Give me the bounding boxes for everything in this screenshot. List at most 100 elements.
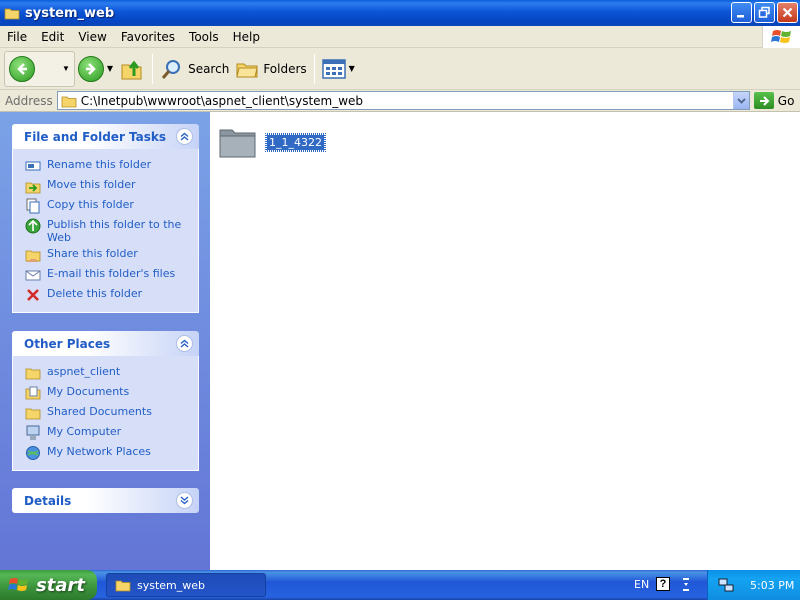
menu-view[interactable]: View bbox=[71, 30, 113, 44]
task-share-folder[interactable]: Share this folder bbox=[25, 244, 198, 264]
start-button[interactable]: start bbox=[0, 570, 97, 600]
task-label: My Documents bbox=[47, 385, 130, 398]
taskbar-window-button[interactable]: system_web bbox=[106, 573, 266, 597]
go-label: Go bbox=[777, 93, 795, 108]
menu-bar: File Edit View Favorites Tools Help bbox=[0, 26, 800, 48]
folder-item[interactable]: 1_1_4322 bbox=[218, 122, 326, 162]
address-label: Address bbox=[5, 93, 53, 108]
task-label: Shared Documents bbox=[47, 405, 152, 418]
folders-label: Folders bbox=[263, 61, 307, 76]
folder-content-area[interactable]: 1_1_4322 bbox=[210, 112, 800, 570]
go-button[interactable]: Go bbox=[753, 92, 795, 109]
toolbar-separator bbox=[152, 53, 154, 84]
system-tray: 5:03 PM bbox=[707, 570, 800, 600]
forward-button[interactable]: ▼ bbox=[75, 51, 116, 87]
menu-help[interactable]: Help bbox=[226, 30, 267, 44]
taskbar: start system_web EN ? 5:03 PM bbox=[0, 570, 800, 600]
task-move-folder[interactable]: Move this folder bbox=[25, 175, 198, 195]
up-folder-button[interactable] bbox=[116, 51, 148, 87]
restore-button[interactable] bbox=[754, 2, 775, 23]
help-icon[interactable]: ? bbox=[656, 577, 670, 591]
task-label: Share this folder bbox=[47, 247, 138, 260]
back-button[interactable]: ▼ bbox=[4, 50, 75, 87]
copy-icon bbox=[25, 198, 41, 214]
place-my-network-places[interactable]: My Network Places bbox=[25, 442, 198, 462]
close-button[interactable] bbox=[777, 2, 798, 23]
address-dropdown-button[interactable] bbox=[732, 92, 749, 109]
panel-title: File and Folder Tasks bbox=[24, 129, 167, 144]
place-aspnet-client[interactable]: aspnet_client bbox=[25, 362, 198, 382]
publish-icon bbox=[25, 218, 41, 234]
search-button[interactable]: Search bbox=[157, 51, 232, 87]
task-label: Delete this folder bbox=[47, 287, 143, 300]
minimize-icon bbox=[737, 15, 744, 18]
my-computer-icon bbox=[25, 425, 41, 441]
menu-file[interactable]: File bbox=[0, 30, 34, 44]
details-header[interactable]: Details bbox=[12, 488, 199, 513]
my-documents-icon bbox=[25, 385, 41, 401]
views-icon bbox=[321, 58, 346, 79]
views-button[interactable]: ▼ bbox=[319, 51, 358, 87]
task-email-files[interactable]: E-mail this folder's files bbox=[25, 264, 198, 284]
panel-title: Other Places bbox=[24, 336, 111, 351]
address-bar: Address C:\Inetpub\wwwroot\aspnet_client… bbox=[0, 90, 800, 112]
place-shared-documents[interactable]: Shared Documents bbox=[25, 402, 198, 422]
shared-documents-icon bbox=[25, 405, 41, 421]
file-folder-tasks-panel: File and Folder Tasks Rename this folder… bbox=[12, 124, 199, 313]
folder-icon bbox=[25, 365, 41, 381]
forward-dropdown-icon[interactable]: ▼ bbox=[107, 64, 113, 73]
folder-name[interactable]: 1_1_4322 bbox=[265, 132, 326, 152]
folders-icon bbox=[236, 63, 258, 77]
menu-edit[interactable]: Edit bbox=[34, 30, 71, 44]
task-copy-folder[interactable]: Copy this folder bbox=[25, 195, 198, 215]
language-bar-options-icon[interactable] bbox=[680, 575, 692, 595]
menu-favorites[interactable]: Favorites bbox=[114, 30, 182, 44]
folder-icon bbox=[61, 96, 77, 107]
windows-logo-icon bbox=[8, 578, 28, 591]
task-pane: File and Folder Tasks Rename this folder… bbox=[0, 112, 210, 570]
minimize-button[interactable] bbox=[731, 2, 752, 23]
address-path: C:\Inetpub\wwwroot\aspnet_client\system_… bbox=[80, 93, 364, 108]
place-my-documents[interactable]: My Documents bbox=[25, 382, 198, 402]
address-input[interactable]: C:\Inetpub\wwwroot\aspnet_client\system_… bbox=[56, 91, 750, 110]
search-icon bbox=[161, 59, 181, 79]
folders-button[interactable]: Folders bbox=[232, 51, 309, 87]
up-folder-icon bbox=[121, 60, 142, 79]
folder-icon bbox=[115, 580, 131, 592]
taskbar-window-label: system_web bbox=[137, 578, 206, 592]
forward-arrow-icon bbox=[77, 55, 104, 82]
other-places-header[interactable]: Other Places bbox=[12, 331, 199, 356]
place-my-computer[interactable]: My Computer bbox=[25, 422, 198, 442]
chevron-down-icon bbox=[737, 97, 746, 104]
clock[interactable]: 5:03 PM bbox=[750, 579, 794, 592]
title-bar[interactable]: system_web bbox=[0, 0, 800, 26]
task-publish-folder[interactable]: Publish this folder to the Web bbox=[25, 215, 198, 244]
views-dropdown-icon: ▼ bbox=[348, 64, 355, 73]
share-icon bbox=[25, 247, 41, 263]
network-connection-icon[interactable] bbox=[718, 577, 734, 593]
panel-title: Details bbox=[24, 493, 72, 508]
network-places-icon bbox=[25, 445, 41, 461]
task-rename-folder[interactable]: Rename this folder bbox=[25, 155, 198, 175]
file-folder-tasks-header[interactable]: File and Folder Tasks bbox=[12, 124, 199, 149]
folder-icon bbox=[4, 8, 20, 20]
back-arrow-icon bbox=[9, 55, 35, 82]
move-icon bbox=[25, 178, 41, 194]
task-label: My Computer bbox=[47, 425, 122, 438]
windows-logo-icon bbox=[762, 26, 800, 48]
language-indicator[interactable]: EN bbox=[634, 578, 649, 591]
expand-icon[interactable] bbox=[176, 492, 193, 509]
details-panel: Details bbox=[12, 488, 199, 513]
back-dropdown-icon[interactable]: ▼ bbox=[62, 64, 70, 73]
window-title: system_web bbox=[25, 5, 115, 21]
task-label: E-mail this folder's files bbox=[47, 267, 176, 280]
task-label: Copy this folder bbox=[47, 198, 134, 211]
go-arrow-icon bbox=[753, 92, 774, 109]
collapse-icon[interactable] bbox=[176, 335, 193, 352]
task-label: My Network Places bbox=[47, 445, 151, 458]
task-delete-folder[interactable]: Delete this folder bbox=[25, 284, 198, 304]
collapse-icon[interactable] bbox=[176, 128, 193, 145]
start-label: start bbox=[36, 574, 85, 596]
menu-tools[interactable]: Tools bbox=[182, 30, 226, 44]
rename-icon bbox=[25, 158, 41, 174]
